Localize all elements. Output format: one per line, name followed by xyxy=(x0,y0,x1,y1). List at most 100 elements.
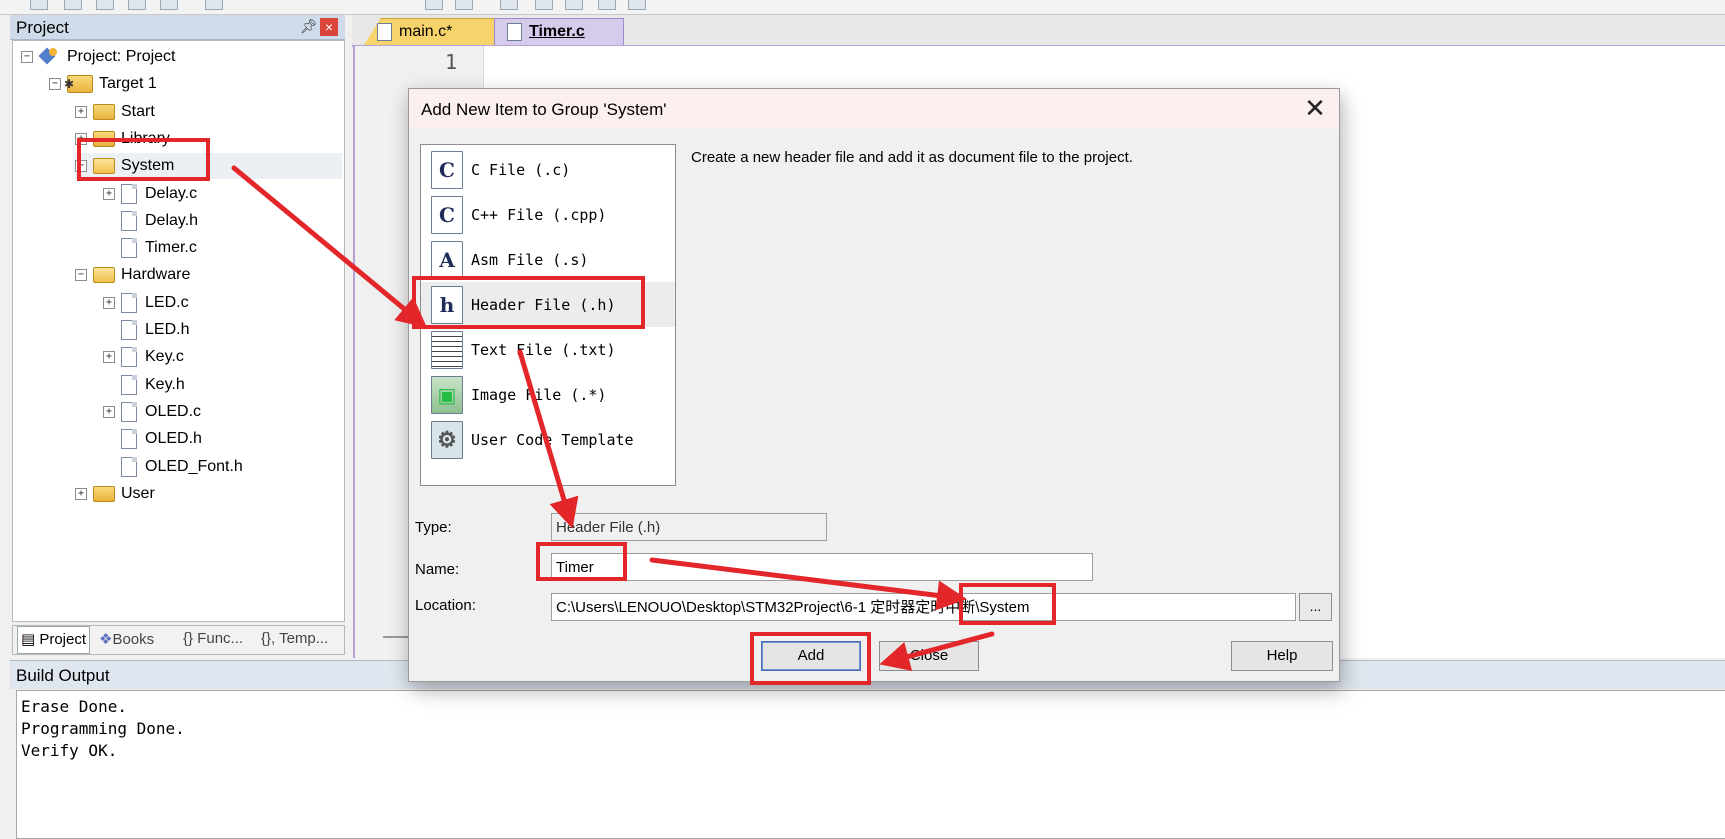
item-type-label: Text File (.txt) xyxy=(471,340,616,359)
tab-functions[interactable]: {} Func... xyxy=(183,630,243,647)
tree-item-label: Library xyxy=(121,129,170,147)
expand-icon[interactable]: + xyxy=(103,351,115,364)
text-file-icon xyxy=(431,330,463,369)
tree-item[interactable]: + Library xyxy=(75,126,170,152)
tree-item-label: LED.c xyxy=(145,293,189,311)
expand-icon[interactable]: + xyxy=(103,187,115,200)
tab-templates[interactable]: {}, Temp... xyxy=(261,630,328,647)
build-output-title: Build Output xyxy=(16,666,110,685)
toolbar-icon[interactable] xyxy=(96,0,114,10)
c-file-icon: C xyxy=(431,150,463,189)
tree-item[interactable]: Delay.h xyxy=(103,208,198,234)
tree-item[interactable]: Key.h xyxy=(103,372,185,398)
build-line: Verify OK. xyxy=(21,741,118,760)
file-icon xyxy=(121,429,137,450)
close-button[interactable]: Close xyxy=(879,641,979,671)
item-type-option[interactable]: ⚙ User Code Template xyxy=(421,417,675,462)
collapse-icon[interactable]: − xyxy=(75,160,87,173)
collapse-icon[interactable]: − xyxy=(75,269,87,282)
project-tree: −Project: Project−Target 1+Start+Library… xyxy=(12,40,345,622)
help-button[interactable]: Help xyxy=(1231,641,1333,671)
toolbar-icon[interactable] xyxy=(160,0,178,10)
tree-item[interactable]: + Key.c xyxy=(103,344,184,370)
expand-icon[interactable]: + xyxy=(75,487,87,500)
project-bottom-tabs: ▤ Project ❖Books {} Func... {}, Temp... xyxy=(12,625,345,655)
project-tab-icon: ▤ xyxy=(21,631,40,648)
project-panel-header: Project 📌︎ × xyxy=(10,15,345,40)
item-type-option[interactable]: Text File (.txt) xyxy=(421,327,675,372)
tree-item[interactable]: − Target 1 xyxy=(49,71,157,97)
tree-item-label: OLED.c xyxy=(145,402,202,420)
project-panel-title: Project xyxy=(16,18,69,37)
tab-project[interactable]: ▤ Project xyxy=(17,626,91,654)
toolbar-icon[interactable] xyxy=(30,0,48,10)
tree-item-label: Key.h xyxy=(145,375,185,393)
tree-item[interactable]: + Delay.c xyxy=(103,181,197,207)
toolbar-icon[interactable] xyxy=(500,0,518,10)
collapse-icon[interactable]: − xyxy=(49,78,61,91)
name-input[interactable]: Timer xyxy=(551,553,1093,581)
build-line: Erase Done. xyxy=(21,697,127,716)
expand-icon[interactable]: + xyxy=(103,405,115,418)
item-type-label: Image File (.*) xyxy=(471,385,607,404)
target-icon xyxy=(64,75,93,94)
location-input[interactable]: C:\Users\LENOUO\Desktop\STM32Project\6-1… xyxy=(551,593,1296,621)
tree-item[interactable]: + User xyxy=(75,481,155,507)
expand-icon[interactable]: + xyxy=(75,132,87,145)
toolbar-icon[interactable] xyxy=(535,0,553,10)
toolbar-icon[interactable] xyxy=(425,0,443,10)
toolbar-icon[interactable] xyxy=(128,0,146,10)
tree-item[interactable]: + OLED.c xyxy=(103,399,201,425)
toolbar-icon[interactable] xyxy=(64,0,82,10)
tree-item-label: User xyxy=(121,484,155,502)
tree-item[interactable]: LED.h xyxy=(103,317,189,343)
tree-item-label: Hardware xyxy=(121,266,191,284)
dialog-title: Add New Item to Group 'System' xyxy=(421,100,667,119)
toolbar-icon[interactable] xyxy=(205,0,223,10)
tree-item-label: Target 1 xyxy=(99,75,157,93)
expand-icon[interactable]: + xyxy=(103,296,115,309)
file-icon xyxy=(121,456,137,477)
asm-file-icon: A xyxy=(431,240,463,279)
item-type-option[interactable]: A Asm File (.s) xyxy=(421,237,675,282)
tab-timer-c[interactable]: Timer.c xyxy=(494,18,624,45)
tree-item[interactable]: OLED_Font.h xyxy=(103,454,243,480)
tab-books[interactable]: ❖Books xyxy=(99,630,154,648)
tree-item[interactable]: + LED.c xyxy=(103,290,189,316)
main-toolbar xyxy=(0,0,1725,15)
collapse-icon[interactable]: − xyxy=(21,51,33,63)
item-type-option[interactable]: C C File (.c) xyxy=(421,147,675,192)
tree-item-label: Delay.c xyxy=(145,184,198,202)
item-type-option[interactable]: ▣ Image File (.*) xyxy=(421,372,675,417)
item-type-option[interactable]: h Header File (.h) xyxy=(421,282,675,327)
tree-item[interactable]: − Hardware xyxy=(75,262,190,288)
file-icon xyxy=(121,183,137,204)
tab-main-c[interactable]: main.c* xyxy=(364,18,504,45)
cpp-file-icon: C xyxy=(431,195,463,234)
tree-item[interactable]: OLED.h xyxy=(103,426,202,452)
panel-close-icon[interactable]: × xyxy=(320,18,338,36)
toolbar-icon[interactable] xyxy=(455,0,473,10)
item-type-option[interactable]: C C++ File (.cpp) xyxy=(421,192,675,237)
close-icon[interactable]: ✕ xyxy=(1297,95,1333,123)
build-output-console[interactable]: Erase Done. Programming Done. Verify OK. xyxy=(16,690,1725,839)
tree-item[interactable]: Timer.c xyxy=(103,235,197,261)
toolbar-icon[interactable] xyxy=(628,0,646,10)
template-gear-icon: ⚙ xyxy=(431,420,463,459)
pin-icon[interactable]: 📌︎ xyxy=(300,18,318,35)
add-button[interactable]: Add xyxy=(761,641,861,671)
tree-item-label: Key.c xyxy=(145,348,184,366)
tree-item[interactable]: − System xyxy=(75,153,342,180)
toolbar-icon[interactable] xyxy=(598,0,616,10)
browse-button[interactable]: ... xyxy=(1299,593,1332,621)
folder-open-icon xyxy=(93,267,115,284)
tree-item[interactable]: − Project: Project xyxy=(21,44,175,70)
item-type-label: Asm File (.s) xyxy=(471,250,589,269)
tree-item[interactable]: + Start xyxy=(75,99,155,125)
toolbar-icon[interactable] xyxy=(565,0,583,10)
expand-icon[interactable]: + xyxy=(75,105,87,118)
books-icon: ❖ xyxy=(99,631,113,648)
tree-item-label: Timer.c xyxy=(145,239,197,257)
item-type-label: Header File (.h) xyxy=(471,295,616,314)
folder-icon xyxy=(93,130,115,147)
